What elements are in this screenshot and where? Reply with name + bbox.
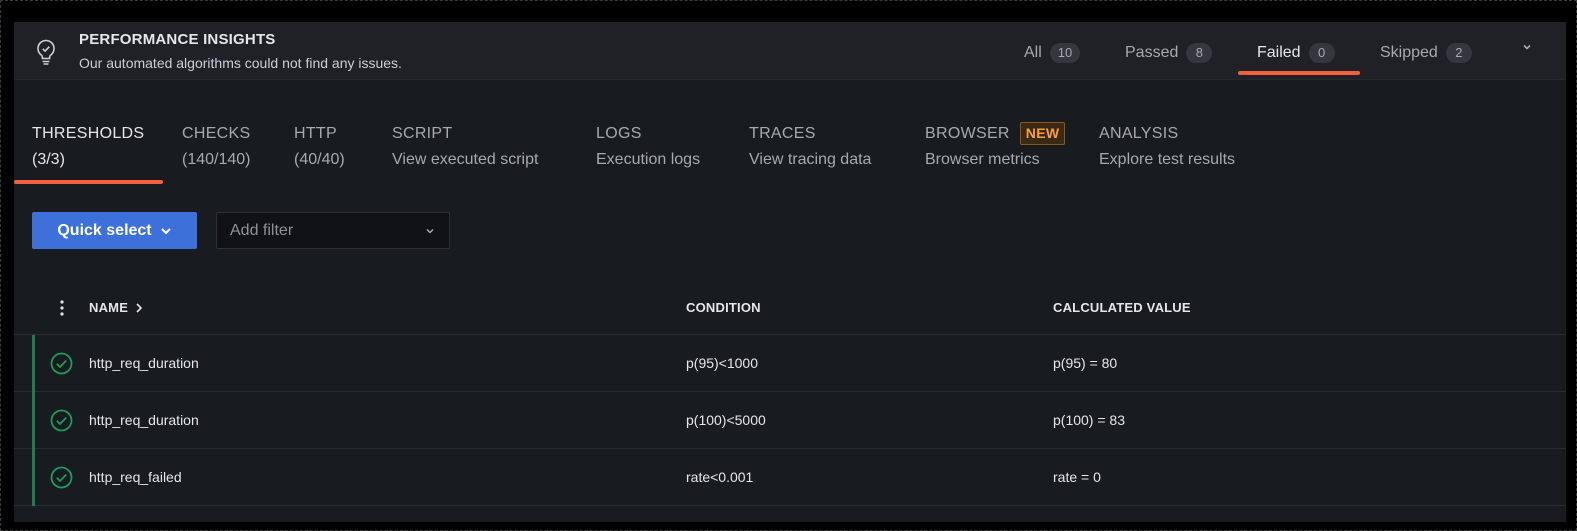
- filter-tab-count: 0: [1308, 43, 1335, 63]
- threshold-name: http_req_duration: [89, 412, 199, 428]
- tab-http[interactable]: HTTP (40/40): [294, 125, 345, 169]
- check-circle-icon: [50, 352, 73, 375]
- tab-title: BROWSER: [925, 124, 1010, 142]
- chevron-down-icon[interactable]: [1520, 40, 1534, 54]
- filter-placeholder: Add filter: [230, 221, 294, 239]
- tab-subtitle: Explore test results: [1099, 151, 1236, 168]
- tab-subtitle: View tracing data: [749, 151, 872, 168]
- table-row[interactable]: http_req_duration p(95)<1000 p(95) = 80: [14, 335, 1566, 392]
- tab-title: CHECKS: [182, 125, 251, 142]
- quick-select-label: Quick select: [57, 221, 152, 239]
- chevron-down-icon: [160, 227, 171, 234]
- tab-subtitle: (3/3): [32, 151, 65, 168]
- tab-subtitle: (140/140): [182, 151, 251, 168]
- filter-tab-label: Failed: [1257, 44, 1301, 61]
- status-bar: [32, 392, 35, 449]
- performance-insights-header: PERFORMANCE INSIGHTS Our automated algor…: [14, 22, 1566, 80]
- column-header-condition: CONDITION: [686, 300, 761, 315]
- table-row[interactable]: http_req_duration p(100)<5000 p(100) = 8…: [14, 392, 1566, 449]
- column-header-name[interactable]: NAME: [89, 300, 144, 315]
- results-tabs: THRESHOLDS (3/3) CHECKS (140/140) HTTP (…: [14, 120, 1566, 186]
- threshold-name: http_req_duration: [89, 355, 199, 371]
- threshold-condition: rate<0.001: [686, 469, 754, 485]
- thresholds-table-header: NAME CONDITION CALCULATED VALUE: [14, 282, 1566, 335]
- filter-tab-label: Skipped: [1380, 44, 1438, 61]
- tab-subtitle: Execution logs: [596, 151, 701, 168]
- filter-tab-passed[interactable]: Passed 8: [1125, 42, 1213, 64]
- tab-title: THRESHOLDS: [32, 125, 145, 142]
- column-header-calculated-value: CALCULATED VALUE: [1053, 300, 1191, 315]
- tab-title: HTTP: [294, 125, 337, 142]
- threshold-condition: p(95)<1000: [686, 355, 759, 371]
- threshold-calculated-value: rate = 0: [1053, 469, 1101, 485]
- filter-tab-count: 2: [1445, 43, 1472, 63]
- active-filter-underline: [1238, 71, 1360, 75]
- tab-title: SCRIPT: [392, 125, 453, 142]
- tab-title-row: BROWSER NEW: [925, 120, 1066, 147]
- check-circle-icon: [50, 466, 73, 489]
- new-badge: NEW: [1019, 122, 1066, 145]
- insights-subtitle: Our automated algorithms could not find …: [79, 55, 402, 71]
- tab-subtitle: View executed script: [392, 151, 539, 168]
- tab-title: ANALYSIS: [1099, 125, 1179, 142]
- tab-browser[interactable]: BROWSER NEW Browser metrics: [925, 120, 1066, 169]
- add-filter-select[interactable]: Add filter: [216, 212, 450, 249]
- filter-tab-count: 8: [1186, 43, 1213, 63]
- threshold-calculated-value: p(95) = 80: [1053, 355, 1118, 371]
- filter-tab-all[interactable]: All 10: [1024, 42, 1081, 64]
- tab-analysis[interactable]: ANALYSIS Explore test results: [1099, 125, 1235, 169]
- tab-logs[interactable]: LOGS Execution logs: [596, 125, 700, 169]
- filter-tab-count: 10: [1049, 43, 1081, 63]
- check-circle-icon: [50, 409, 73, 432]
- tab-title: LOGS: [596, 125, 642, 142]
- filter-tab-label: Passed: [1125, 44, 1179, 61]
- filter-tab-failed[interactable]: Failed 0: [1257, 42, 1335, 64]
- column-menu-icon[interactable]: [54, 299, 70, 317]
- tab-subtitle: Browser metrics: [925, 151, 1040, 168]
- threshold-calculated-value: p(100) = 83: [1053, 412, 1125, 428]
- active-tab-underline: [14, 180, 163, 184]
- lightbulb-check-icon: [37, 39, 55, 65]
- filter-tab-skipped[interactable]: Skipped 2: [1380, 42, 1472, 64]
- tab-subtitle: (40/40): [294, 151, 345, 168]
- tab-title: TRACES: [749, 125, 816, 142]
- column-header-label: NAME: [89, 300, 129, 315]
- chevron-down-icon: [426, 228, 434, 234]
- chevron-right-icon: [136, 302, 143, 313]
- insights-title: PERFORMANCE INSIGHTS: [79, 31, 276, 48]
- tab-traces[interactable]: TRACES View tracing data: [749, 125, 871, 169]
- test-results-panel: PERFORMANCE INSIGHTS Our automated algor…: [14, 22, 1566, 522]
- threshold-name: http_req_failed: [89, 469, 182, 485]
- filter-tab-label: All: [1024, 44, 1042, 61]
- table-row[interactable]: http_req_failed rate<0.001 rate = 0: [14, 449, 1566, 506]
- tab-thresholds[interactable]: THRESHOLDS (3/3): [32, 125, 144, 169]
- tab-script[interactable]: SCRIPT View executed script: [392, 125, 538, 169]
- status-bar: [32, 335, 35, 392]
- threshold-condition: p(100)<5000: [686, 412, 766, 428]
- status-bar: [32, 449, 35, 506]
- quick-select-button[interactable]: Quick select: [32, 212, 197, 249]
- tab-checks[interactable]: CHECKS (140/140): [182, 125, 251, 169]
